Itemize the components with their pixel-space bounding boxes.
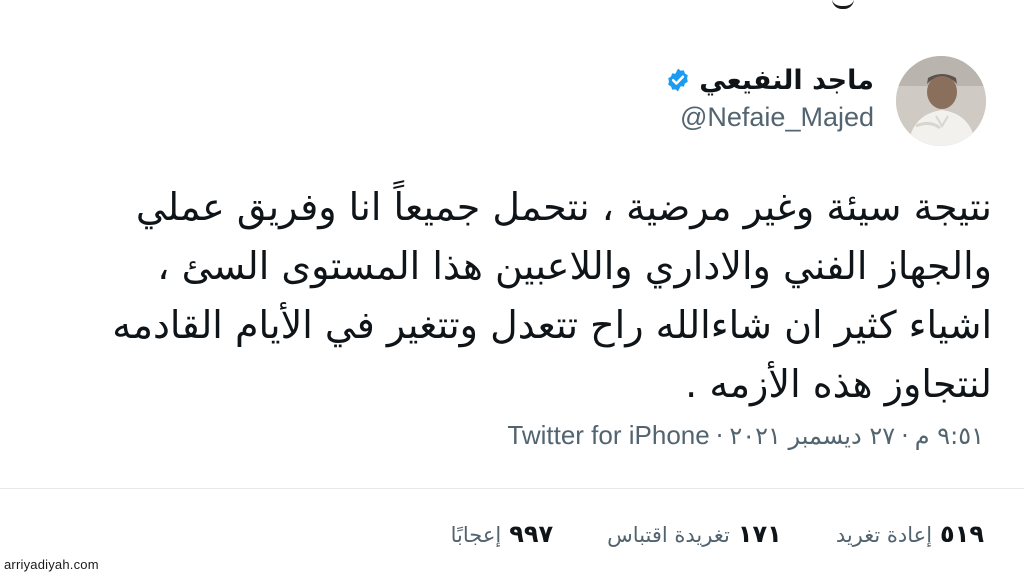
tweet-line: اشياء كثير ان شاءالله راح تتعدل وتتغير ف… <box>112 303 992 347</box>
avatar[interactable] <box>896 56 986 146</box>
tweet-line: والجهاز الفني والاداري واللاعبين هذا الم… <box>157 244 992 288</box>
quotes-count: ١٧١ <box>737 520 782 548</box>
engagement-stats: ٥١٩ إعادة تغريد ١٧١ تغريدة اقتباس ٩٩٧ إع… <box>451 520 984 548</box>
avatar-photo-icon <box>896 56 986 146</box>
tweet-line: لنتجاوز هذه الأزمه . <box>685 362 992 406</box>
quotes-stat[interactable]: ١٧١ تغريدة اقتباس <box>607 520 782 548</box>
tweet-line: نتيجة سيئة وغير مرضية ، نتحمل جميعاً انا… <box>135 185 992 229</box>
stats-divider <box>0 488 1024 489</box>
verified-badge-icon <box>668 68 688 92</box>
tweet-source[interactable]: Twitter for iPhone <box>507 420 709 451</box>
tweet-date[interactable]: ٢٧ ديسمبر ٢٠٢١ <box>729 422 895 450</box>
meta-separator: · <box>901 421 909 450</box>
author-block: ماجد النفيعي @Nefaie_Majed <box>665 60 874 133</box>
retweets-label: إعادة تغريد <box>835 523 933 547</box>
author-name-row[interactable]: ماجد النفيعي <box>665 60 874 100</box>
quotes-label: تغريدة اقتباس <box>607 523 730 547</box>
retweets-stat[interactable]: ٥١٩ إعادة تغريد <box>836 520 984 548</box>
retweets-count: ٥١٩ <box>940 520 984 548</box>
tweet-metadata: ٩:٥١ م · ٢٧ ديسمبر ٢٠٢١ · Twitter for iP… <box>507 420 984 451</box>
cropped-text-fragment <box>832 0 854 9</box>
author-handle[interactable]: @Nefaie_Majed <box>665 102 874 133</box>
author-display-name[interactable]: ماجد النفيعي <box>699 65 874 96</box>
meta-separator: · <box>715 421 724 450</box>
likes-stat[interactable]: ٩٩٧ إعجابًا <box>451 520 554 548</box>
likes-count: ٩٩٧ <box>509 520 554 548</box>
site-watermark: arriyadiyah.com <box>4 557 99 572</box>
tweet-screenshot: ماجد النفيعي @Nefaie_Majed نتيجة سيئة وغ… <box>0 0 1024 576</box>
likes-label: إعجابًا <box>450 523 502 547</box>
tweet-text: نتيجة سيئة وغير مرضية ، نتحمل جميعاً انا… <box>12 178 992 414</box>
tweet-time[interactable]: ٩:٥١ م <box>915 422 984 450</box>
